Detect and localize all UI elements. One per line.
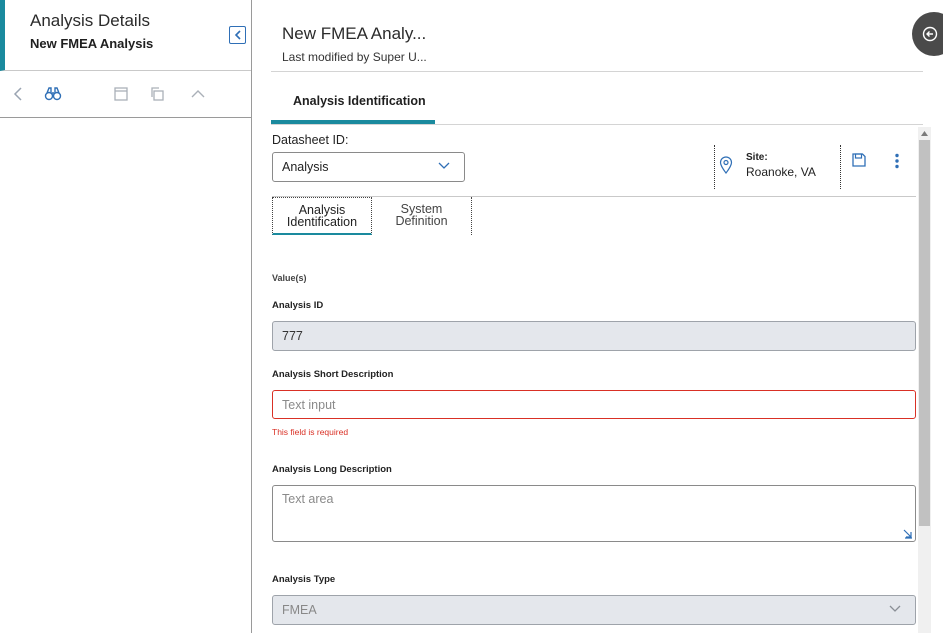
site-divider [714,145,715,189]
analysis-type-label: Analysis Type [272,574,336,585]
left-panel-header: Analysis Details New FMEA Analysis [0,0,251,71]
analysis-id-field: 777 [272,321,916,351]
resize-handle-icon[interactable] [903,529,913,539]
copy-icon[interactable] [147,84,167,104]
subtab-system-definition[interactable]: System Definition [372,197,472,235]
actions-divider [840,145,841,189]
site-label: Site: [746,152,768,163]
long-description-label: Analysis Long Description [272,464,392,475]
tab-divider [271,124,923,125]
save-icon[interactable] [851,152,867,168]
short-description-input[interactable]: Text input [272,390,916,419]
exit-icon [922,26,938,42]
chevron-down-icon [438,162,450,169]
subtab-analysis-identification[interactable]: Analysis Identification [272,197,372,235]
scroll-up-arrow-icon[interactable] [918,127,931,139]
subtab-label-line2: Definition [395,214,448,228]
analysis-id-value: 777 [282,329,303,343]
binoculars-icon[interactable] [43,84,63,104]
left-panel-title: Analysis Details [30,11,150,30]
scrollbar-thumb[interactable] [919,140,930,526]
tab-analysis-identification[interactable]: Analysis Identification [271,82,435,124]
long-description-placeholder: Text area [282,492,334,506]
tab-label: Analysis Identification [293,94,426,108]
chevron-up-icon[interactable] [188,84,208,104]
datasheet-id-value: Analysis [282,160,329,174]
analysis-type-select: FMEA [272,595,916,625]
analysis-type-value: FMEA [282,603,317,617]
datasheet-id-select[interactable]: Analysis [272,152,465,182]
chevron-left-icon [234,30,241,40]
analysis-id-label: Analysis ID [272,300,324,311]
site-value: Roanoke, VA [746,165,816,179]
values-heading: Value(s) [272,273,307,283]
left-panel-toolbar [0,72,251,118]
location-pin-icon [719,156,733,174]
datasheet-id-label: Datasheet ID: [272,133,349,147]
header-divider [271,71,923,72]
chevron-down-icon [889,605,901,612]
last-modified-text: Last modified by Super U... [282,50,427,64]
short-description-placeholder: Text input [282,398,336,412]
subtab-label-line2: Identification [286,215,358,229]
exit-button[interactable] [912,12,943,56]
more-options-icon[interactable] [893,153,901,169]
collapse-panel-button[interactable] [229,26,246,44]
page-title: New FMEA Analy... [282,24,427,43]
left-panel: Analysis Details New FMEA Analysis [0,0,252,633]
left-panel-subtitle: New FMEA Analysis [30,36,154,51]
back-icon[interactable] [8,84,28,104]
short-description-label: Analysis Short Description [272,369,394,380]
long-description-textarea[interactable]: Text area [272,485,916,542]
short-description-error: This field is required [272,427,349,437]
new-window-icon[interactable] [111,84,131,104]
